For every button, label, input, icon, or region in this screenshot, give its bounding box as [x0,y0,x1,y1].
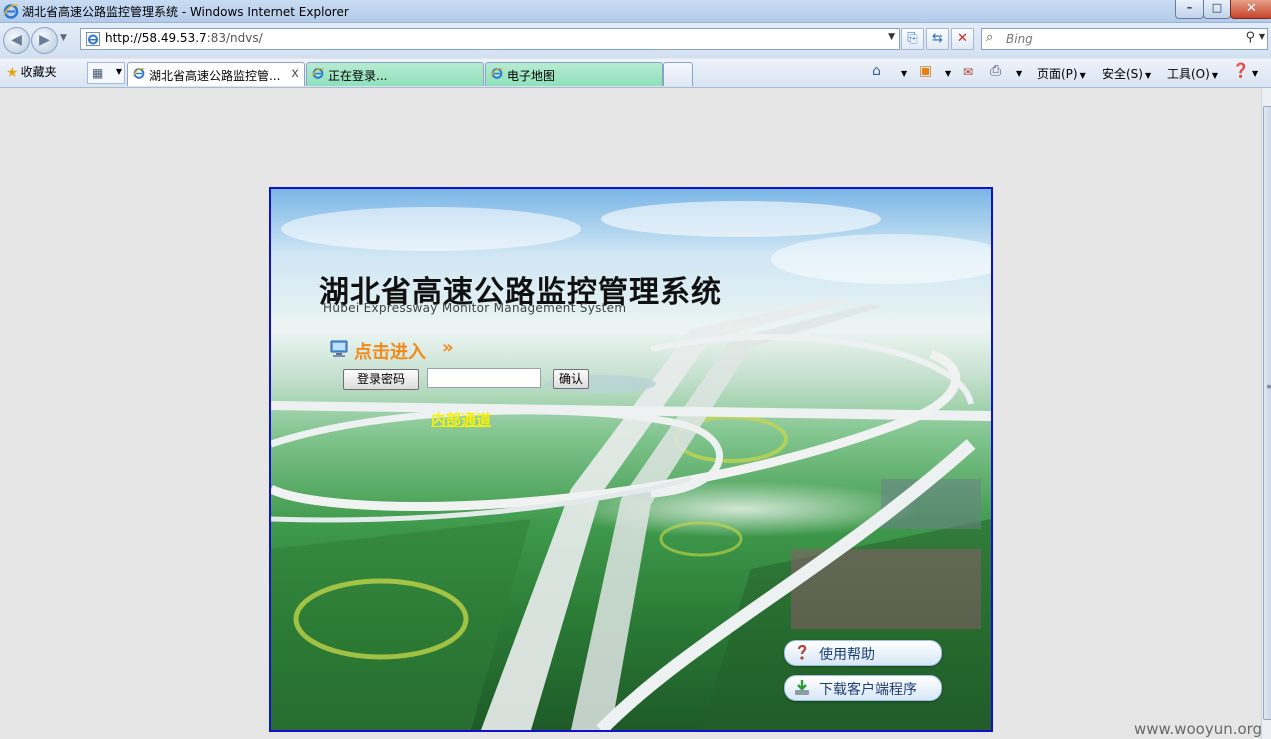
page-menu-label: 页面(P) [1037,67,1078,81]
wooyun-watermark: www.wooyun.org [1134,720,1263,738]
password-input[interactable] [427,368,541,388]
help-button[interactable]: 使用帮助 [784,640,942,666]
search-icon[interactable]: ⚲ [1245,30,1255,45]
address-bar[interactable]: http://58.49.53.7:83/ndvs/ ▼ [80,28,900,50]
stop-button[interactable]: ✕ [951,28,974,50]
download-client-button[interactable]: 下载客户端程序 [784,675,942,701]
tab-logging-in[interactable]: 正在登录... [306,62,484,86]
ie-page-icon [132,67,145,79]
chevron-down-icon: ▼ [1079,71,1086,80]
tab-list-dropdown-icon[interactable]: ▼ [116,67,122,76]
favorites-button[interactable]: ★ 收藏夹 [6,64,57,82]
scroll-grip-icon: ≡ [1266,382,1271,391]
click-to-enter-label: 点击进入 [354,342,426,363]
back-button[interactable]: ◀ [3,27,30,54]
safety-menu[interactable]: 安全(S) ▼ [1102,65,1151,82]
read-mail-icon[interactable]: ✉ [963,65,973,79]
ie-page-icon [311,67,324,79]
tab-label: 湖北省高速公路监控管... [149,69,281,83]
password-label: 登录密码 [343,369,419,390]
safety-menu-label: 安全(S) [1102,67,1143,81]
login-panel: 湖北省高速公路监控管理系统 Hubei Expressway Monitor M… [269,187,993,732]
chevron-down-icon: ▼ [1144,71,1152,80]
home-icon[interactable]: ⌂ [872,63,881,79]
ie-page-icon [490,67,503,79]
print-icon[interactable]: ⎙ [990,63,1001,79]
favorites-star-icon: ★ [6,65,19,81]
compatibility-icon: ⎘ [907,31,918,46]
stop-icon: ✕ [957,31,968,46]
feeds-dropdown-icon[interactable]: ▼ [943,65,951,79]
minimize-icon: – [1186,1,1193,14]
window-title: 湖北省高速公路监控管理系统 - Windows Internet Explore… [22,5,349,19]
confirm-button[interactable]: 确认 [553,369,589,389]
close-icon: ✕ [1246,1,1257,16]
url-path: :83/ndvs/ [206,31,263,45]
tools-menu[interactable]: 工具(O) ▼ [1167,65,1218,82]
favorites-label: 收藏夹 [20,65,57,79]
download-label: 下载客户端程序 [819,682,917,698]
search-dropdown-icon[interactable]: ▼ [1259,32,1265,41]
navigation-bar: ◀ ▶ ▼ http://58.49.53.7:83/ndvs/ ▼ ⎘ ⇆ ✕… [0,23,1271,58]
double-chevron-icon: » [442,337,454,358]
vertical-scrollbar[interactable]: ≡ [1261,88,1271,739]
refresh-button[interactable]: ⇆ [926,28,949,50]
question-mark-icon [797,644,807,660]
tab-hubei-monitor[interactable]: 湖北省高速公路监控管... x [127,62,305,86]
system-subtitle: Hubei Expressway Monitor Management Syst… [323,301,627,315]
quick-tabs-grid-icon: ▦ [92,66,104,80]
search-placeholder: Bing [1006,32,1033,46]
help-label: 使用帮助 [819,647,875,663]
page-menu[interactable]: 页面(P) ▼ [1037,65,1086,82]
search-box[interactable]: ⌕ Bing ⚲ ▼ [981,28,1268,50]
help-dropdown-icon[interactable]: ▼ [1250,65,1258,79]
forward-arrow-icon: ▶ [39,32,50,48]
page-favicon-icon [86,32,100,46]
chevron-down-icon: ▼ [1211,71,1218,80]
url-host: http://58.49.53.7 [105,31,207,45]
scrollbar-thumb[interactable]: ≡ [1263,106,1271,720]
url-text: http://58.49.53.7:83/ndvs/ [105,31,263,45]
window-title-bar: 湖北省高速公路监控管理系统 - Windows Internet Explore… [0,0,1271,23]
rss-feeds-icon[interactable]: ▣ [919,63,932,79]
tools-menu-label: 工具(O) [1167,67,1210,81]
command-bar: ★ 收藏夹 ▦ ▼ 湖北省高速公路监控管... x 正在登录... 电子地图 ⌂ … [0,59,1271,88]
compatibility-view-button[interactable]: ⎘ [901,28,924,50]
help-icon[interactable]: ❓ [1232,63,1249,79]
ie-logo-icon [3,4,19,19]
maximize-icon: □ [1211,1,1223,14]
refresh-icon: ⇆ [932,31,943,46]
download-icon [795,680,809,695]
maximize-button[interactable]: □ [1203,0,1231,19]
forward-button[interactable]: ▶ [31,27,58,54]
quick-tabs-button[interactable]: ▦ ▼ [87,62,125,84]
monitor-icon [330,340,348,357]
close-tab-icon[interactable]: x [291,66,299,81]
minimize-button[interactable]: – [1175,0,1204,19]
home-dropdown-icon[interactable]: ▼ [899,65,907,79]
tab-label: 正在登录... [328,69,388,83]
print-dropdown-icon[interactable]: ▼ [1014,65,1022,79]
close-window-button[interactable]: ✕ [1230,0,1271,19]
tab-electronic-map[interactable]: 电子地图 [485,62,663,86]
new-tab-button[interactable] [663,62,693,86]
search-provider-icon: ⌕ [986,30,994,45]
internal-channel-link[interactable]: 内部通道 [431,409,491,430]
tab-label: 电子地图 [507,69,556,83]
address-dropdown-icon[interactable]: ▼ [888,32,895,42]
back-arrow-icon: ◀ [11,32,22,48]
recent-pages-dropdown[interactable]: ▼ [60,33,67,43]
